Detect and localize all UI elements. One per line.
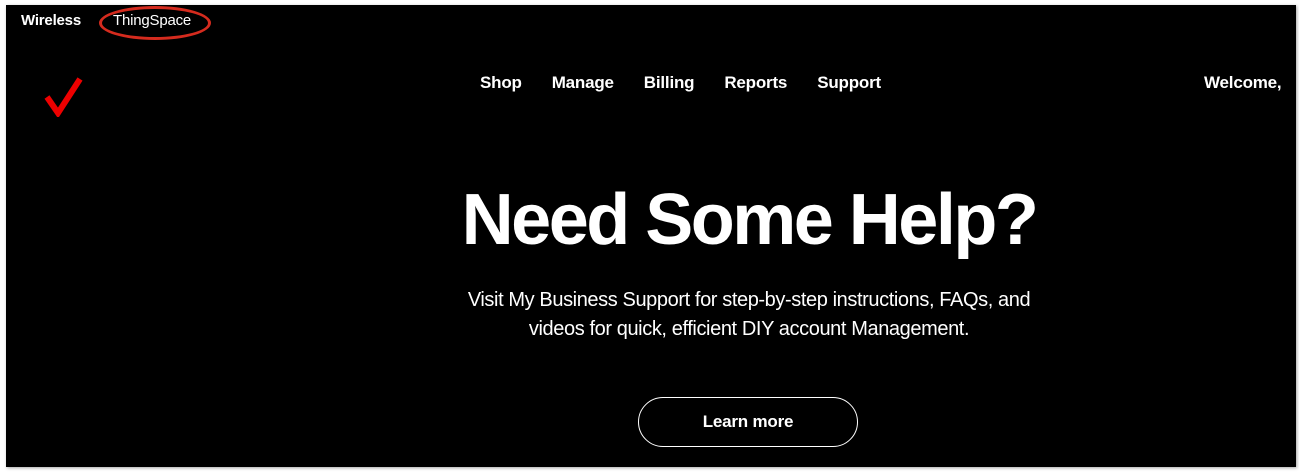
page-frame: Wireless ThingSpace Shop Manage Billing … — [6, 5, 1296, 467]
nav-item-support[interactable]: Support — [817, 73, 881, 93]
hero-description-line-2: videos for quick, efficient DIY account … — [528, 318, 970, 340]
verizon-check-icon[interactable] — [44, 75, 84, 119]
welcome-text[interactable]: Welcome, — [1204, 73, 1282, 93]
nav-item-shop[interactable]: Shop — [480, 73, 522, 93]
hero-description-line-1: Visit My Business Support for step-by-st… — [467, 289, 1031, 311]
nav-item-manage[interactable]: Manage — [552, 73, 614, 93]
learn-more-button[interactable]: Learn more — [638, 397, 858, 447]
hero-description: Visit My Business Support for step-by-st… — [6, 286, 1296, 344]
wireless-link[interactable]: Wireless — [21, 12, 81, 29]
nav-item-reports[interactable]: Reports — [724, 73, 787, 93]
nav-item-billing[interactable]: Billing — [644, 73, 695, 93]
hero-title: Need Some Help? — [461, 180, 1039, 260]
main-nav: Shop Manage Billing Reports Support — [480, 73, 911, 93]
thingspace-link[interactable]: ThingSpace — [113, 12, 191, 29]
